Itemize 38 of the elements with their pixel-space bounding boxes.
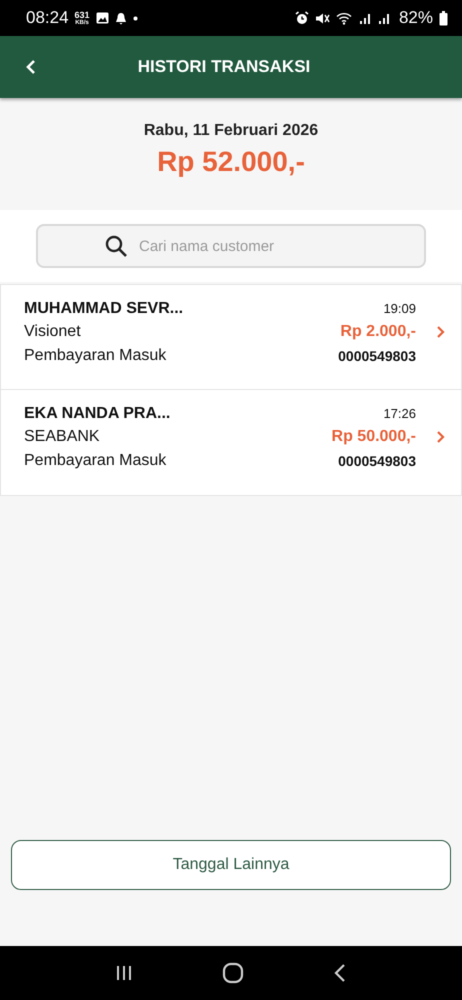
back-icon[interactable] — [333, 963, 348, 983]
status-time: 08:24 — [26, 8, 69, 28]
transaction-date: Rabu, 11 Februari 2026 — [144, 122, 318, 140]
back-icon — [26, 59, 36, 75]
transaction-amount: Rp 50.000,- — [332, 427, 416, 447]
battery-level: 82% — [398, 8, 433, 28]
mute-icon — [314, 12, 330, 24]
home-icon[interactable] — [222, 962, 244, 984]
image-icon — [96, 12, 109, 24]
signal-icon — [378, 12, 391, 24]
bell-icon — [114, 12, 127, 24]
recent-apps-icon[interactable] — [114, 964, 133, 982]
network-speed: 631 — [74, 10, 90, 20]
transaction-item[interactable]: EKA NANDA PRA... SEABANK Pembayaran Masuk 17:26 Rp 50.000,- 0000549803 — [1, 390, 461, 495]
transaction-time: 17:26 — [383, 405, 416, 423]
transaction-amount: Rp 2.000,- — [340, 322, 416, 342]
screen-title: HISTORI TRANSAKSI — [136, 57, 312, 77]
wifi-icon — [336, 12, 353, 24]
transaction-type: Pembayaran Masuk — [24, 451, 168, 471]
chevron-icon — [436, 325, 445, 339]
customer-name: EKA NANDA PRA... — [24, 404, 172, 424]
alarm-icon — [294, 11, 309, 25]
reference-number: 0000549803 — [338, 347, 416, 366]
search-field[interactable]: Cari nama customer — [36, 224, 426, 268]
reference-number: 0000549803 — [338, 452, 416, 471]
battery-icon — [439, 10, 448, 26]
chevron-icon — [436, 430, 445, 444]
bank-name: Visionet — [24, 322, 82, 342]
transaction-time: 19:09 — [383, 300, 416, 318]
transaction-type: Pembayaran Masuk — [24, 346, 168, 366]
dot-icon — [132, 16, 138, 20]
search-icon — [104, 234, 128, 258]
total-amount: Rp 52.000,- — [157, 146, 305, 178]
customer-name: MUHAMMAD SEVR... — [24, 299, 184, 319]
transaction-item[interactable]: MUHAMMAD SEVR... Visionet Pembayaran Masuk 19:09 Rp 2.000,- 0000549803 — [1, 285, 461, 390]
signal-icon — [358, 12, 372, 24]
bank-name: SEABANK — [24, 427, 101, 447]
other-dates-button[interactable]: Tanggal Lainnya — [11, 840, 451, 890]
